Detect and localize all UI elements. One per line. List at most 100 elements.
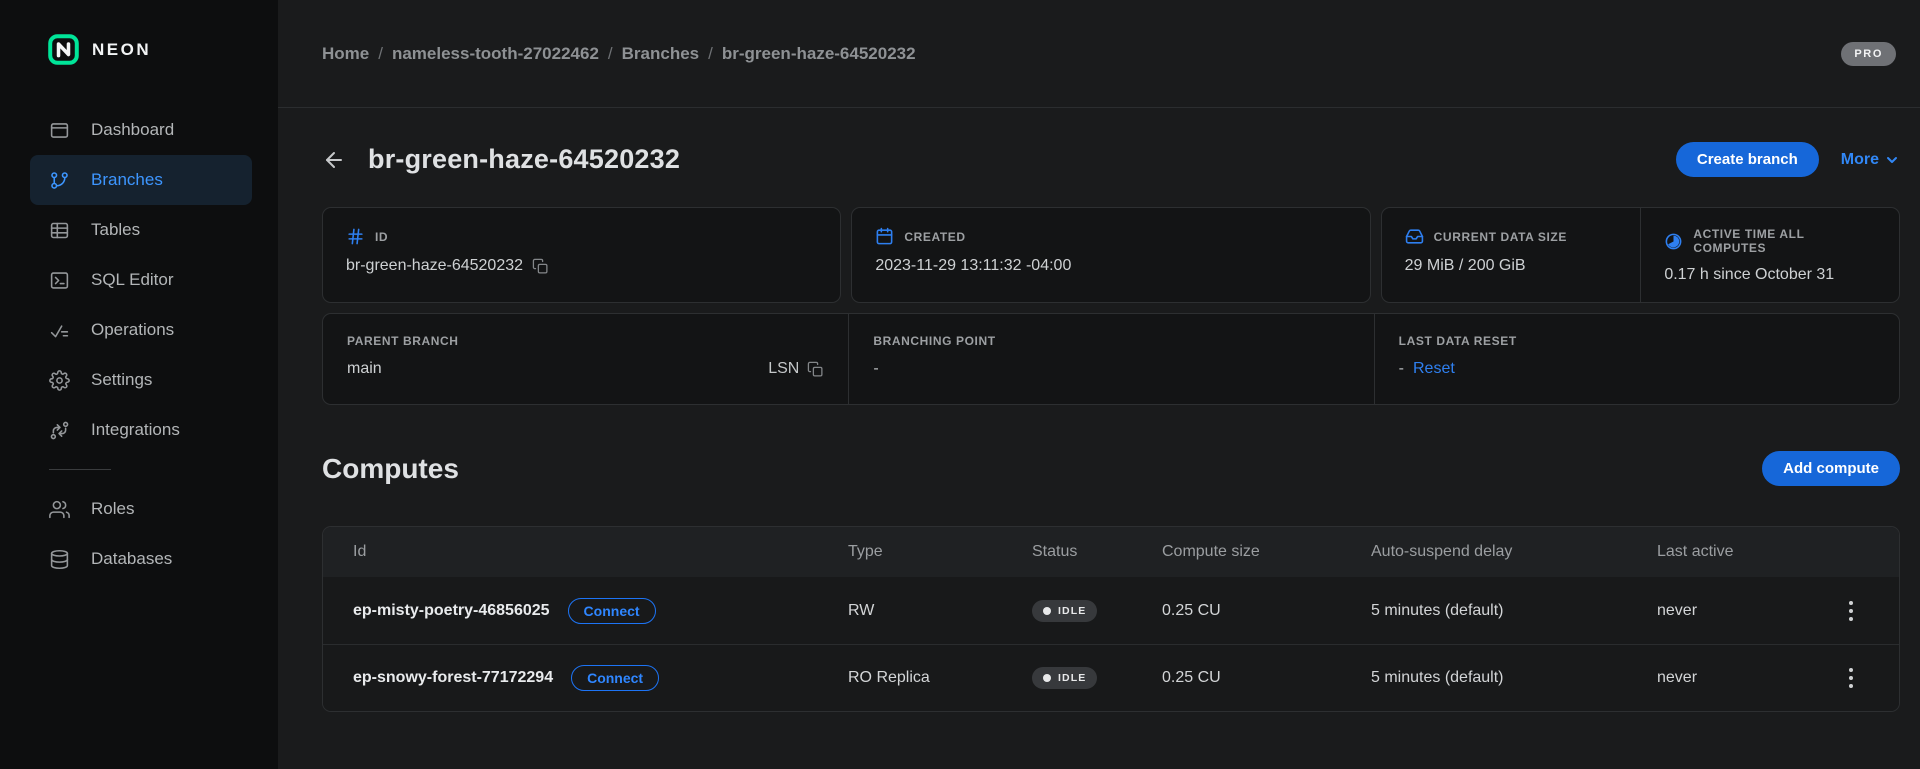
connect-button[interactable]: Connect [568,598,656,624]
branch-id-value: br-green-haze-64520232 [346,257,523,275]
sidebar-item-integrations[interactable]: Integrations [30,405,252,455]
hash-icon [346,227,365,246]
branching-point-section: BRANCHING POINT - [848,314,1373,404]
pie-clock-icon [1664,232,1683,251]
more-menu-button[interactable]: More [1841,151,1900,169]
branching-point-value: - [873,360,878,378]
title-row: br-green-haze-64520232 Create branch Mor… [322,142,1900,177]
active-time-label: ACTIVE TIME ALL COMPUTES [1693,227,1876,255]
sidebar-divider [49,469,111,470]
column-header-last-active: Last active [1657,543,1843,561]
created-value: 2023-11-29 13:11:32 -04:00 [875,257,1071,275]
column-header-auto-suspend: Auto-suspend delay [1371,543,1657,561]
sidebar-item-label: Integrations [91,420,180,440]
sidebar-item-label: SQL Editor [91,270,174,290]
sidebar-item-branches[interactable]: Branches [30,155,252,205]
status-dot-icon [1043,674,1051,682]
compute-size: 0.25 CU [1162,602,1371,620]
data-size-value: 29 MiB / 200 GiB [1405,257,1526,275]
add-compute-button[interactable]: Add compute [1762,451,1900,486]
sidebar-item-label: Tables [91,220,140,240]
content: br-green-haze-64520232 Create branch Mor… [278,108,1920,712]
breadcrumb-project[interactable]: nameless-tooth-27022462 [392,44,599,64]
dashboard-icon [49,120,70,141]
sidebar-item-label: Roles [91,499,134,519]
sidebar: NEON Dashboard Branches Tables [0,0,278,769]
row-menu-button[interactable] [1843,662,1859,694]
reset-link[interactable]: Reset [1413,360,1455,378]
breadcrumb-home[interactable]: Home [322,44,369,64]
data-size-section: CURRENT DATA SIZE 29 MiB / 200 GiB [1382,208,1641,303]
breadcrumb-separator: / [608,44,613,64]
back-button[interactable] [322,148,346,172]
sidebar-item-tables[interactable]: Tables [30,205,252,255]
compute-id: ep-snowy-forest-77172294 [353,669,553,687]
last-data-reset-label: LAST DATA RESET [1399,334,1517,348]
copy-lsn-button[interactable] [807,361,824,378]
sidebar-item-label: Branches [91,170,163,190]
neon-logo[interactable]: NEON [48,34,278,65]
compute-type: RW [848,602,1032,620]
users-icon [49,499,70,520]
computes-header: Computes Add compute [322,451,1900,486]
sidebar-item-databases[interactable]: Databases [30,534,252,584]
status-text: IDLE [1058,672,1086,684]
computes-table: Id Type Status Compute size Auto-suspend… [322,526,1900,712]
compute-id: ep-misty-poetry-46856025 [353,602,550,620]
branch-id-card: ID br-green-haze-64520232 [322,207,841,303]
auto-suspend-delay: 5 minutes (default) [1371,669,1657,687]
app-root: NEON Dashboard Branches Tables [0,0,1920,769]
status-badge: IDLE [1032,667,1097,689]
arrow-left-icon [322,148,346,172]
breadcrumb-separator: / [708,44,713,64]
integrations-icon [49,420,70,441]
sidebar-item-settings[interactable]: Settings [30,355,252,405]
row-menu-button[interactable] [1843,595,1859,627]
compute-size: 0.25 CU [1162,669,1371,687]
created-card: CREATED 2023-11-29 13:11:32 -04:00 [851,207,1370,303]
id-label: ID [375,230,388,244]
breadcrumb-branches[interactable]: Branches [622,44,699,64]
data-size-label: CURRENT DATA SIZE [1434,230,1567,244]
neon-logo-icon [48,34,79,65]
last-data-reset-section: LAST DATA RESET - Reset [1374,314,1899,404]
table-row: ep-snowy-forest-77172294 Connect RO Repl… [323,644,1899,711]
auto-suspend-delay: 5 minutes (default) [1371,602,1657,620]
create-branch-button[interactable]: Create branch [1676,142,1819,177]
sidebar-item-label: Settings [91,370,152,390]
column-header-status: Status [1032,543,1162,561]
title-actions: Create branch More [1676,142,1900,177]
branch-lineage-card: PARENT BRANCH main LSN [322,313,1900,405]
compute-type: RO Replica [848,669,1032,687]
active-time-section: ACTIVE TIME ALL COMPUTES 0.17 h since Oc… [1640,208,1899,303]
column-header-compute-size: Compute size [1162,543,1371,561]
sidebar-item-dashboard[interactable]: Dashboard [30,105,252,155]
table-row: ep-misty-poetry-46856025 Connect RW IDLE… [323,577,1899,644]
sidebar-item-operations[interactable]: Operations [30,305,252,355]
usage-card: CURRENT DATA SIZE 29 MiB / 200 GiB [1381,207,1900,303]
storage-icon [1405,227,1424,246]
sidebar-nav: Dashboard Branches Tables SQL Editor [0,105,278,584]
breadcrumb-current-branch: br-green-haze-64520232 [722,44,916,64]
table-header-row: Id Type Status Compute size Auto-suspend… [323,527,1899,577]
more-label: More [1841,151,1879,169]
branching-point-label: BRANCHING POINT [873,334,995,348]
git-branch-icon [49,170,70,191]
breadcrumb: Home / nameless-tooth-27022462 / Branche… [322,44,916,64]
last-active: never [1657,669,1843,687]
chevron-down-icon [1884,152,1900,168]
copy-id-button[interactable] [532,258,549,275]
sidebar-item-roles[interactable]: Roles [30,484,252,534]
status-dot-icon [1043,607,1051,615]
column-header-type: Type [848,543,1032,561]
connect-button[interactable]: Connect [571,665,659,691]
copy-icon [532,258,549,275]
sidebar-item-label: Operations [91,320,174,340]
sidebar-item-sql-editor[interactable]: SQL Editor [30,255,252,305]
page-title: br-green-haze-64520232 [368,144,680,175]
copy-icon [807,361,824,378]
status-badge: IDLE [1032,600,1097,622]
gear-icon [49,370,70,391]
parent-branch-section: PARENT BRANCH main LSN [323,314,848,404]
plan-badge[interactable]: PRO [1841,42,1896,66]
